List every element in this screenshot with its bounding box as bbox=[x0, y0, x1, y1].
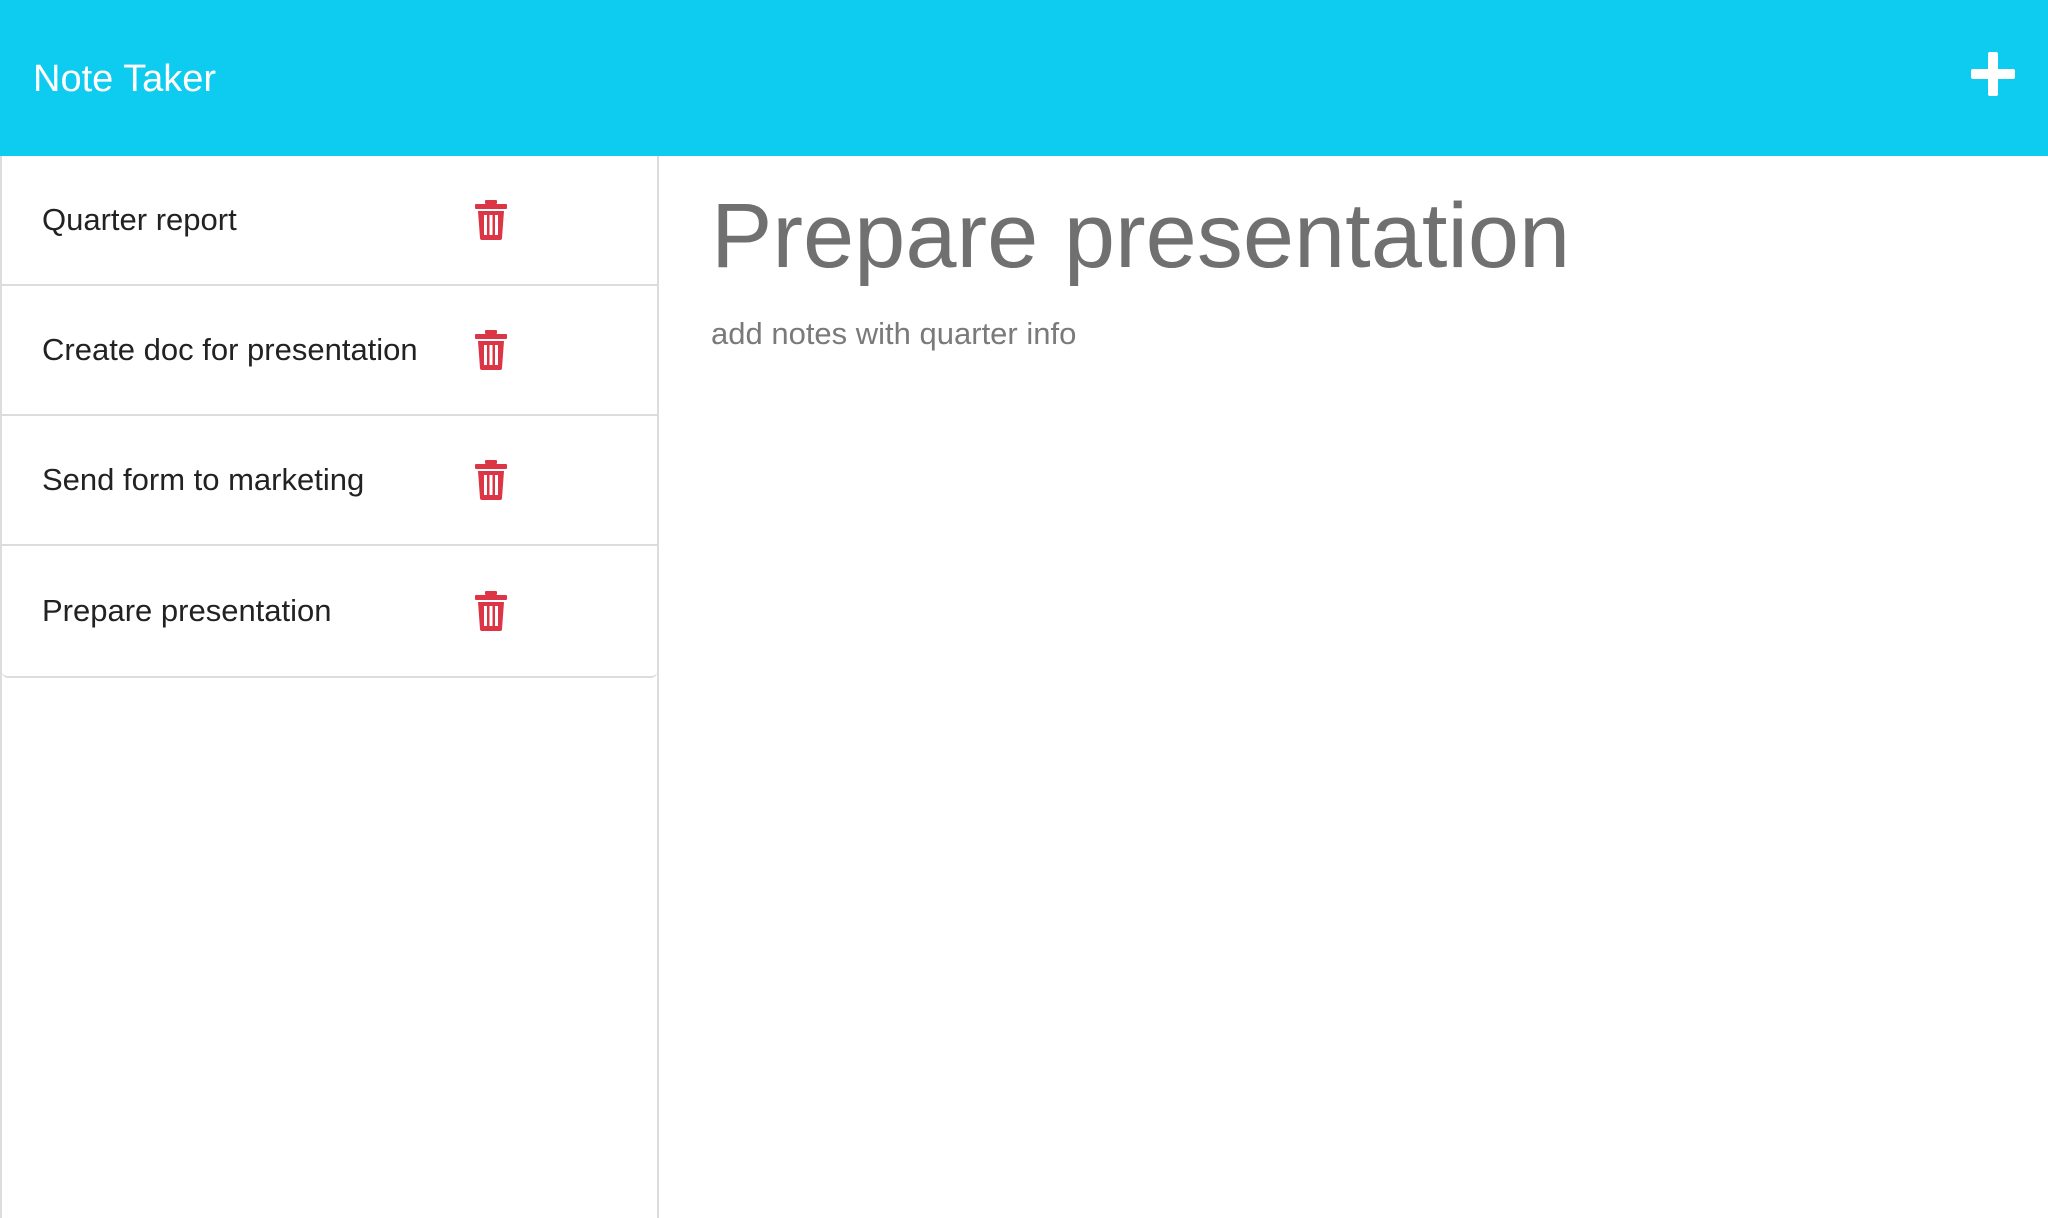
sidebar: Quarter report Create doc for presentati… bbox=[0, 156, 659, 1218]
note-list: Quarter report Create doc for presentati… bbox=[2, 156, 657, 678]
plus-icon bbox=[1971, 52, 2015, 96]
list-item[interactable]: Prepare presentation bbox=[2, 546, 657, 676]
trash-icon bbox=[475, 460, 507, 500]
delete-note-button[interactable] bbox=[474, 200, 508, 240]
note-list-title: Prepare presentation bbox=[42, 593, 332, 628]
note-list-title: Quarter report bbox=[42, 202, 237, 237]
trash-icon bbox=[475, 591, 507, 631]
delete-note-button[interactable] bbox=[474, 460, 508, 500]
trash-icon bbox=[475, 330, 507, 370]
delete-note-button[interactable] bbox=[474, 330, 508, 370]
list-item[interactable]: Quarter report bbox=[2, 156, 657, 286]
note-list-title: Create doc for presentation bbox=[42, 332, 418, 367]
list-item[interactable]: Send form to marketing bbox=[2, 416, 657, 546]
note-list-title: Send form to marketing bbox=[42, 462, 365, 497]
new-note-button[interactable] bbox=[1963, 44, 2023, 104]
list-item[interactable]: Create doc for presentation bbox=[2, 286, 657, 416]
note-text-area[interactable]: add notes with quarter info bbox=[711, 316, 1076, 352]
note-title-input[interactable]: Prepare presentation bbox=[711, 185, 1570, 287]
brand-title[interactable]: Note Taker bbox=[33, 58, 216, 101]
trash-icon bbox=[475, 200, 507, 240]
delete-note-button[interactable] bbox=[474, 591, 508, 631]
note-editor: Prepare presentation add notes with quar… bbox=[659, 156, 2048, 1218]
navbar: Note Taker bbox=[0, 0, 2048, 156]
